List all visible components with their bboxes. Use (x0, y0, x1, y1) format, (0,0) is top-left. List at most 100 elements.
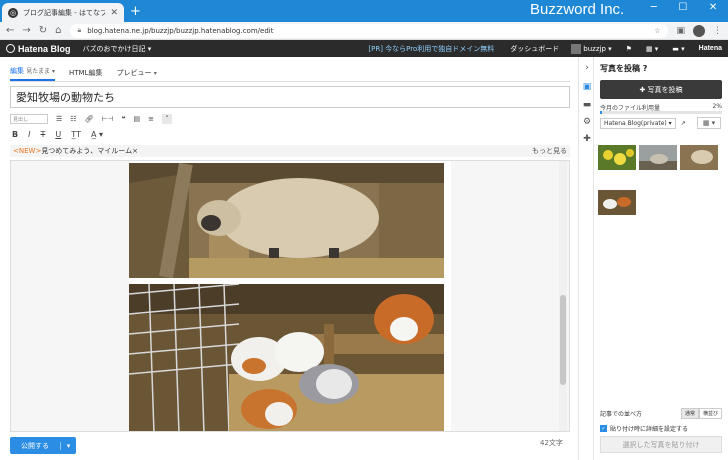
scrollbar-thumb[interactable] (560, 295, 566, 385)
logo-text: Hatena Blog (18, 43, 71, 54)
table-icon[interactable]: ▤ (133, 115, 140, 123)
hatena-blog-logo[interactable]: Hatena Blog (6, 44, 71, 54)
folder-icon[interactable]: ▬ (582, 100, 592, 110)
tab-html[interactable]: HTML編集 (69, 68, 102, 81)
user-name: buzzjp ▾ (583, 44, 612, 53)
format-toolbar-row2: B I T U T̲T A̲ ▾ (12, 128, 103, 140)
reload-icon[interactable]: ↻ (39, 25, 47, 36)
user-menu[interactable]: buzzjp ▾ (571, 43, 612, 54)
bookmark-star-icon[interactable]: ☆ (654, 27, 660, 35)
notification-icon[interactable]: ▬ ▾ (672, 45, 684, 53)
tab-title: ブログ記事編集 - はてなブログ (23, 8, 106, 17)
panel-title-text: 写真を投稿 (600, 64, 640, 73)
heading-select[interactable]: 見出し (10, 114, 48, 124)
close-window-icon[interactable]: ✕ (709, 2, 717, 20)
hatena-global-bar: Hatena Blog バズのおでかけ日記 ▾ [PR] 今ならPro利用で独自… (0, 40, 728, 57)
sidebar-icon-strip: › ▣ ▬ ⚙ ✚ (578, 57, 594, 460)
sheep-photo[interactable] (129, 163, 444, 278)
bullet-list-icon[interactable]: ☰ (56, 115, 62, 123)
minimize-icon[interactable]: ─ (651, 2, 657, 20)
back-icon[interactable]: ← (6, 25, 14, 36)
tab-label: プレビュー (116, 69, 152, 77)
photo-thumbnail-sheep[interactable] (680, 145, 718, 170)
promo-link[interactable]: [PR] 今ならPro利用で独自ドメイン無料 (368, 44, 494, 54)
link-icon[interactable]: 🔗︎ (85, 115, 94, 123)
forward-icon[interactable]: → (22, 25, 30, 36)
underline-icon[interactable]: U (55, 130, 61, 139)
tab-sub: 見たまま ▾ (26, 68, 55, 75)
sort-normal-button[interactable]: 通常 (680, 408, 699, 419)
tab-label: HTML編集 (68, 69, 103, 77)
usage-bar-fill (600, 111, 602, 114)
apps-grid-icon[interactable]: ▦ ▾ (646, 45, 658, 53)
help-icon[interactable]: ? (643, 64, 648, 73)
sort-toggle: 通常 横並び (680, 408, 722, 419)
italic-icon[interactable]: I (28, 130, 30, 139)
sort-label: 記事での並べ方 (600, 411, 643, 418)
tab-sub: ▾ (153, 70, 157, 77)
detail-setting-row: ✓ 貼り付け時に詳細を設定する (600, 424, 688, 433)
album-row: Hatena Blog(private) ▾ ↗ (600, 118, 686, 129)
detail-label: 貼り付け時に詳細を設定する (610, 426, 689, 433)
font-size-icon[interactable]: T̲T (71, 130, 81, 139)
detail-checkbox[interactable]: ✓ (600, 425, 607, 432)
quote-icon[interactable]: ❝ (122, 115, 126, 123)
article-title-input[interactable]: 愛知牧場の動物たち (10, 86, 570, 108)
photo-thumbnail-flowers[interactable] (598, 145, 636, 170)
text-color-icon[interactable]: A̲ ▾ (91, 130, 103, 139)
align-icon[interactable]: ≡ (148, 115, 154, 123)
view-grid-button[interactable]: ▦ ▾ (697, 117, 721, 129)
tab-preview[interactable]: プレビュー ▾ (116, 68, 156, 81)
publish-button[interactable]: 公開する ▾ (10, 437, 76, 454)
tab-label: 編集 (10, 67, 24, 75)
char-count: 42文字 (540, 439, 563, 447)
sort-row: 記事での並べ方 通常 横並び (600, 408, 722, 419)
browser-tab[interactable]: ◎ ブログ記事編集 - はてなブログ ✕ (2, 3, 124, 22)
album-select[interactable]: Hatena Blog(private) ▾ (600, 118, 676, 129)
more-link[interactable]: もっと見る (532, 146, 567, 156)
post-photo-button[interactable]: ✚ 写真を投稿 (600, 80, 722, 99)
tab-divider (10, 81, 570, 82)
sort-side-by-side-button[interactable]: 横並び (698, 408, 722, 419)
plus-icon[interactable]: ✚ (582, 134, 592, 144)
external-link-icon[interactable]: ↗ (681, 120, 686, 127)
paste-selected-button[interactable]: 選択した写真を貼り付け (600, 436, 722, 453)
maximize-icon[interactable]: ☐ (678, 2, 687, 20)
editor-content[interactable] (10, 160, 570, 432)
gear-icon[interactable]: ⚙ (582, 117, 592, 127)
menu-icon[interactable]: ⋮ (713, 26, 722, 36)
new-tab-button[interactable]: + (130, 4, 141, 19)
hatena-link[interactable]: Hatena (699, 45, 722, 52)
editor-mode-tabs: 編集 見たまま ▾ HTML編集 プレビュー ▾ (10, 65, 157, 81)
dashboard-link[interactable]: ダッシュボード (510, 44, 559, 54)
window-controls: ─ ☐ ✕ (640, 2, 728, 20)
bookmark-flag-icon[interactable]: ⚑ (626, 45, 632, 53)
close-tab-icon[interactable]: ✕ (110, 8, 118, 18)
photo-thumbnail-goat[interactable] (639, 145, 677, 170)
address-bar[interactable]: 🔒︎ blog.hatena.ne.jp/buzzjp/buzzjp.haten… (69, 23, 669, 38)
panel-title: 写真を投稿 ? (600, 63, 647, 74)
notice-bar: <NEW> 見つめてみよう、マイルーム× もっと見る (10, 145, 570, 157)
usage-bar (600, 111, 722, 114)
extension-icon[interactable]: ▣ (676, 26, 685, 36)
url-text: blog.hatena.ne.jp/buzzjp/buzzjp.hatenabl… (87, 26, 274, 35)
photo-icon[interactable]: ▣ (582, 82, 592, 92)
photo-thumbnail-guinea-pigs[interactable] (598, 190, 636, 215)
profile-avatar[interactable] (693, 24, 705, 37)
strikethrough-icon[interactable]: T (40, 130, 45, 139)
guinea-pigs-photo[interactable] (129, 284, 444, 431)
tab-wysiwyg[interactable]: 編集 見たまま ▾ (10, 66, 55, 81)
notice-text[interactable]: 見つめてみよう、マイルーム× (41, 146, 138, 156)
publish-options-icon[interactable]: ▾ (60, 441, 76, 450)
blog-name-menu[interactable]: バズのおでかけ日記 ▾ (83, 44, 152, 54)
numbered-list-icon[interactable]: ☷ (70, 115, 76, 123)
browser-toolbar: ← → ↻ ⌂ 🔒︎ blog.hatena.ne.jp/buzzjp/buzz… (0, 22, 728, 40)
collapse-toolbar-icon[interactable]: ˄ (161, 114, 172, 124)
lock-icon: 🔒︎ (77, 26, 82, 34)
publish-label: 公開する (21, 441, 49, 450)
new-badge: <NEW> (13, 147, 42, 155)
bold-icon[interactable]: B (12, 130, 18, 139)
home-icon[interactable]: ⌂ (55, 25, 61, 36)
horizontal-rule-icon[interactable]: ⊢⊣ (101, 115, 113, 123)
chevron-right-icon[interactable]: › (582, 63, 592, 73)
